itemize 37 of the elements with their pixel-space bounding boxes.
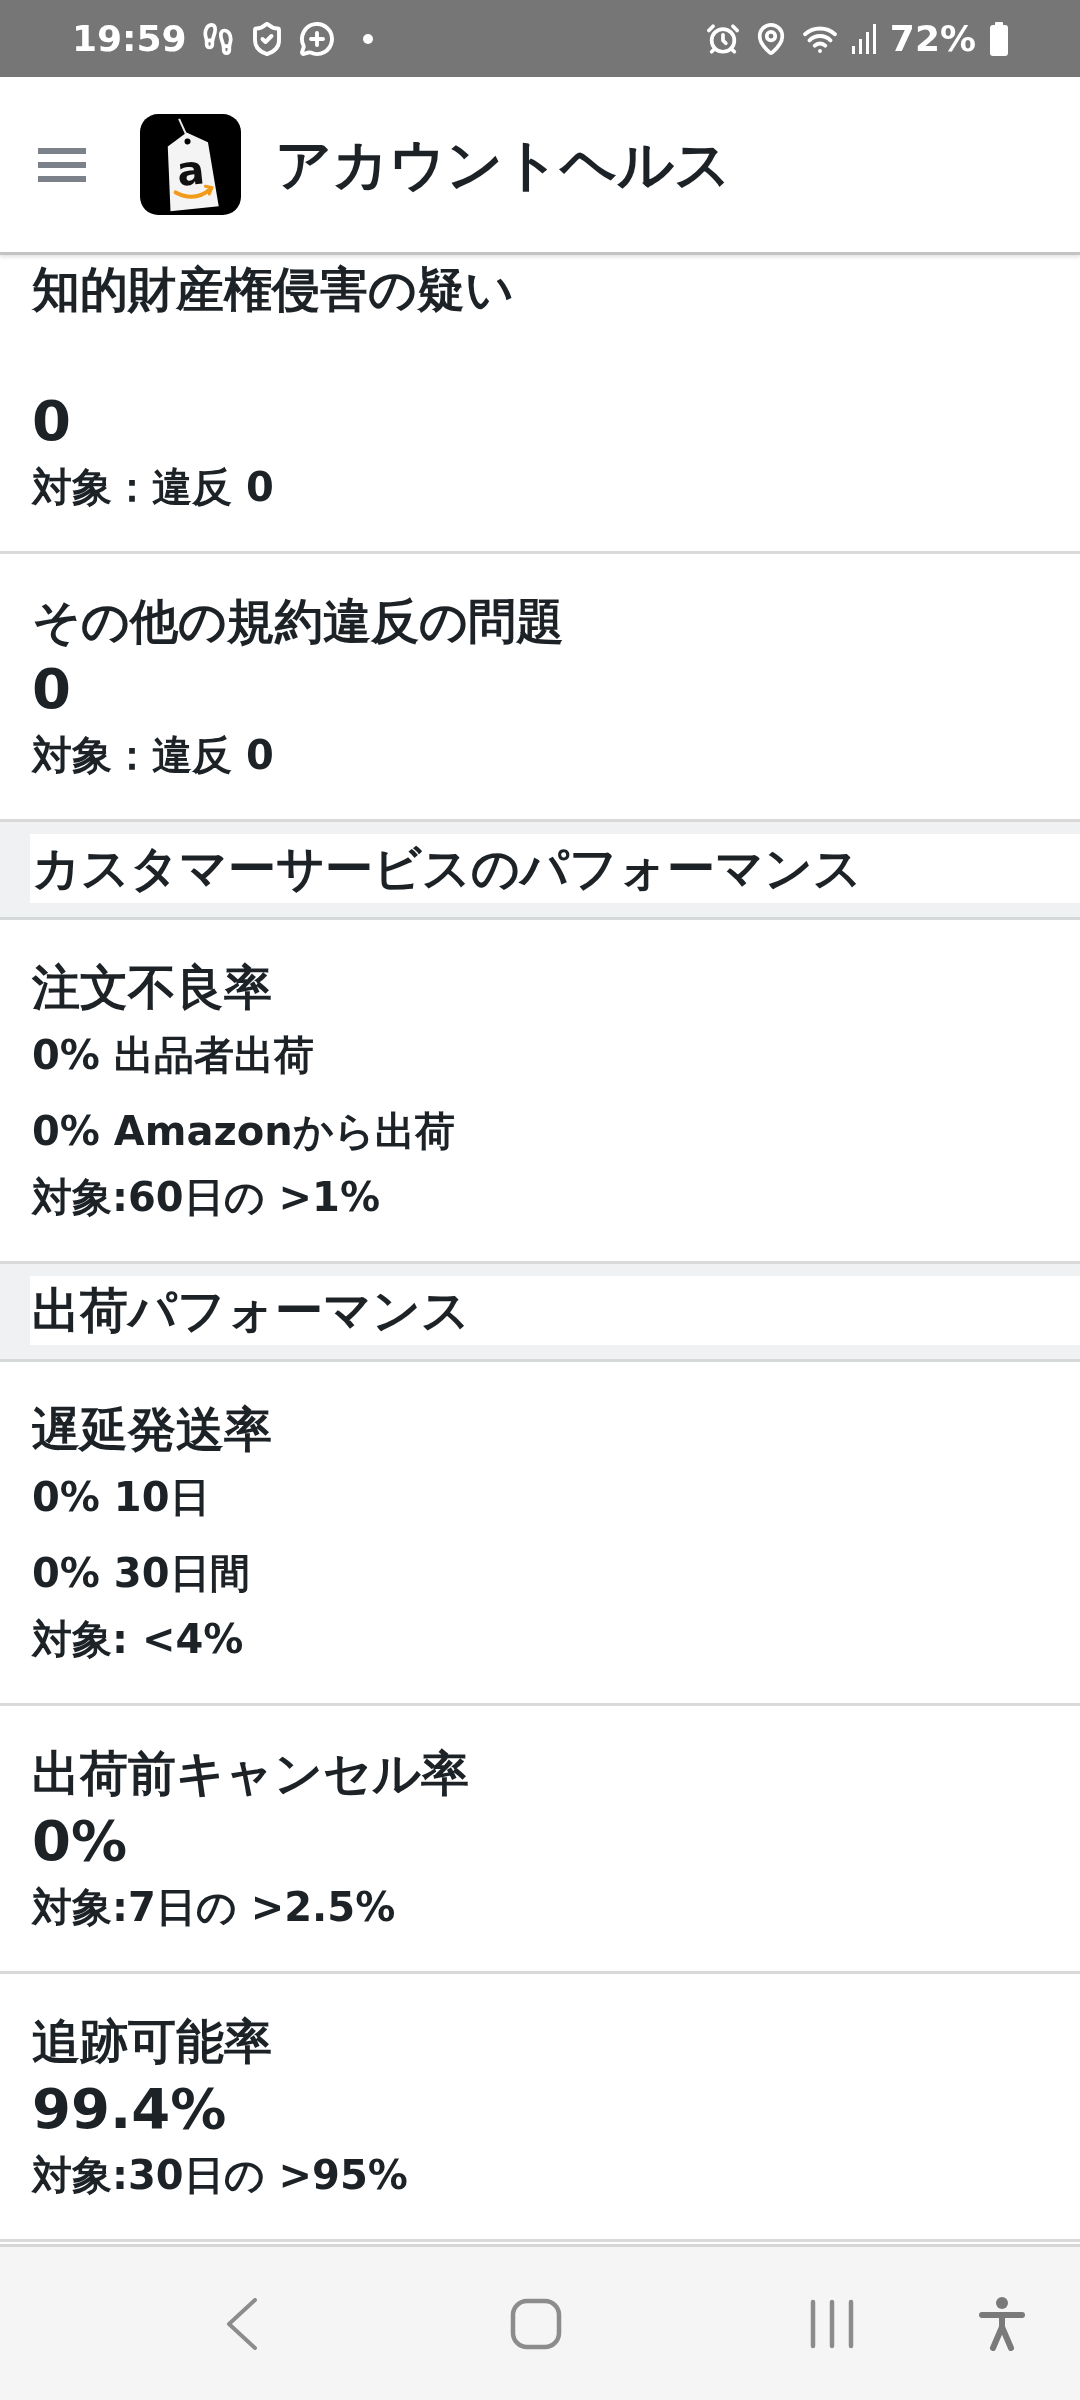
alarm-icon <box>705 21 740 56</box>
signal-icon <box>851 23 876 54</box>
metric-target: 対象：違反 0 <box>32 463 274 512</box>
metric-title: 注文不良率 <box>32 958 272 1017</box>
metric-title: 出荷前キャンセル率 <box>32 1744 469 1803</box>
metric-title: 遅延発送率 <box>32 1400 272 1459</box>
notification-dot-icon <box>362 33 373 44</box>
page-title: アカウントヘルス <box>275 130 731 199</box>
metric-value: 0 <box>32 655 71 723</box>
metric-target: 対象: <4% <box>32 1615 244 1664</box>
battery-icon <box>990 21 1008 56</box>
metric-target: 対象:60日の >1% <box>32 1173 380 1222</box>
metric-value: 0% Amazonから出荷 <box>32 1107 455 1156</box>
metric-title: 追跡可能率 <box>32 2012 272 2071</box>
menu-icon[interactable] <box>38 147 86 182</box>
metric-value: 99.4% <box>32 2075 227 2143</box>
metric-value: 0% 10日 <box>32 1473 210 1522</box>
metric-target: 対象:7日の >2.5% <box>32 1883 396 1932</box>
accessibility-icon[interactable] <box>979 2296 1025 2351</box>
metric-value: 0% 30日間 <box>32 1549 250 1598</box>
footprints-icon <box>200 21 235 56</box>
metric-target: 対象：違反 0 <box>32 731 274 780</box>
home-icon[interactable] <box>510 2297 562 2350</box>
section-title: 出荷パフォーマンス <box>30 1276 1080 1345</box>
section-title: カスタマーサービスのパフォーマンス <box>30 834 1080 903</box>
battery-percent: 72% <box>889 16 976 61</box>
metric-value: 0% 出品者出荷 <box>32 1031 314 1080</box>
metric-value: 0% <box>32 1807 128 1875</box>
metric-value: 0 <box>32 387 71 455</box>
metric-title: 知的財産権侵害の疑い <box>32 260 514 319</box>
metric-target: 対象:30日の >95% <box>32 2151 408 2200</box>
app-logo: a <box>140 114 241 215</box>
metric-title: その他の規約違反の問題 <box>32 592 564 651</box>
status-time: 19:59 <box>72 16 187 61</box>
chat-plus-icon <box>298 20 335 57</box>
back-icon[interactable] <box>225 2297 259 2350</box>
recent-apps-icon[interactable] <box>809 2298 855 2349</box>
